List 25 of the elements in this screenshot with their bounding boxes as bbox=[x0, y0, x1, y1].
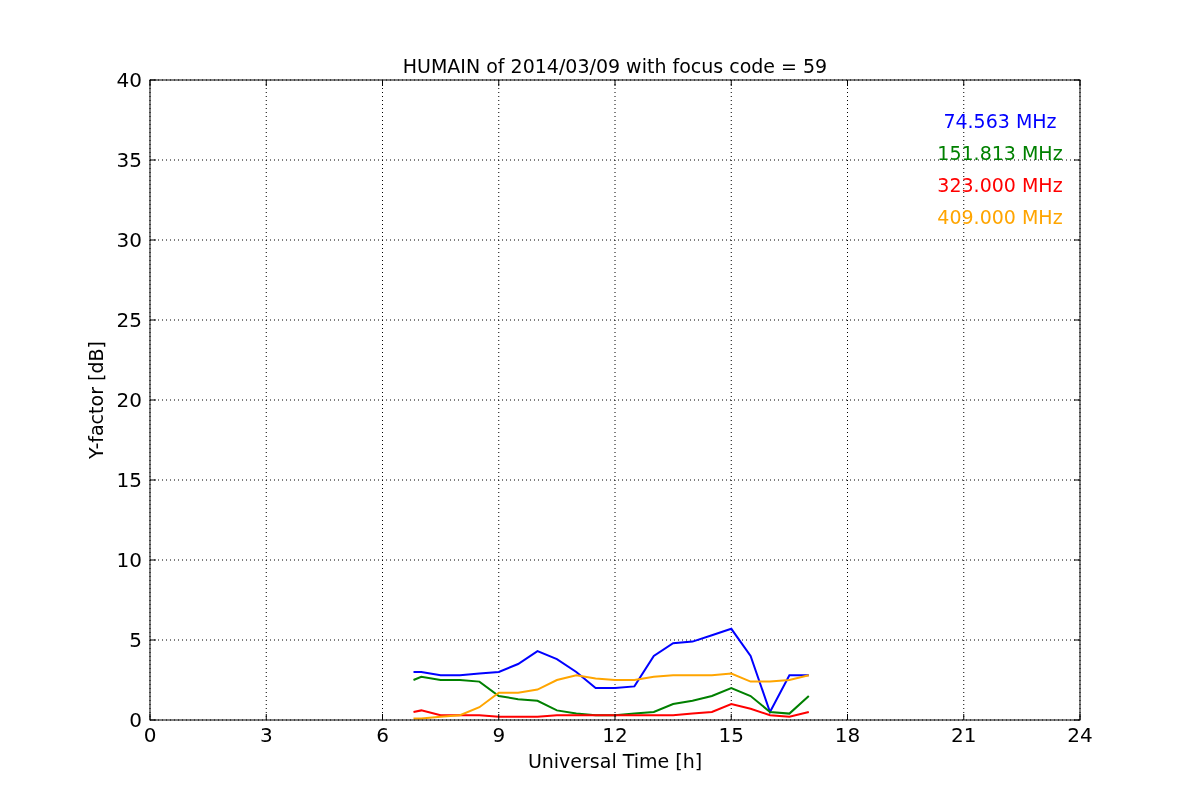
tick-label: 20 bbox=[116, 388, 142, 412]
tick-label: 40 bbox=[116, 68, 142, 92]
tick-label: 25 bbox=[116, 308, 142, 332]
tick-label: 12 bbox=[602, 723, 628, 747]
axis-label: Y-factor [dB] bbox=[85, 341, 107, 459]
tick-label: 15 bbox=[116, 468, 142, 492]
tick-label: 30 bbox=[116, 228, 142, 252]
tick-label: 24 bbox=[1067, 723, 1093, 747]
tick-label: 6 bbox=[376, 723, 389, 747]
tick-label: 35 bbox=[116, 148, 142, 172]
tick-label: 18 bbox=[834, 723, 861, 747]
tick-label: 5 bbox=[129, 628, 142, 652]
tick-label: 3 bbox=[259, 723, 273, 747]
tick-label: 21 bbox=[951, 723, 977, 747]
tick-label: 9 bbox=[492, 723, 506, 747]
tick-label: 15 bbox=[718, 723, 744, 747]
tick-label: 10 bbox=[116, 548, 142, 572]
legend-label: 74.563 MHz bbox=[943, 110, 1057, 132]
legend-label: 409.000 MHz bbox=[937, 206, 1063, 228]
legend-label: 323.000 MHz bbox=[937, 174, 1063, 196]
tick-label: 0 bbox=[129, 708, 142, 732]
legend-label: 151.813 MHz bbox=[937, 142, 1063, 164]
chart-title: HUMAIN of 2014/03/09 with focus code = 59 bbox=[402, 55, 828, 77]
tick-label: 0 bbox=[143, 723, 157, 747]
axis-label: Universal Time [h] bbox=[527, 750, 703, 772]
